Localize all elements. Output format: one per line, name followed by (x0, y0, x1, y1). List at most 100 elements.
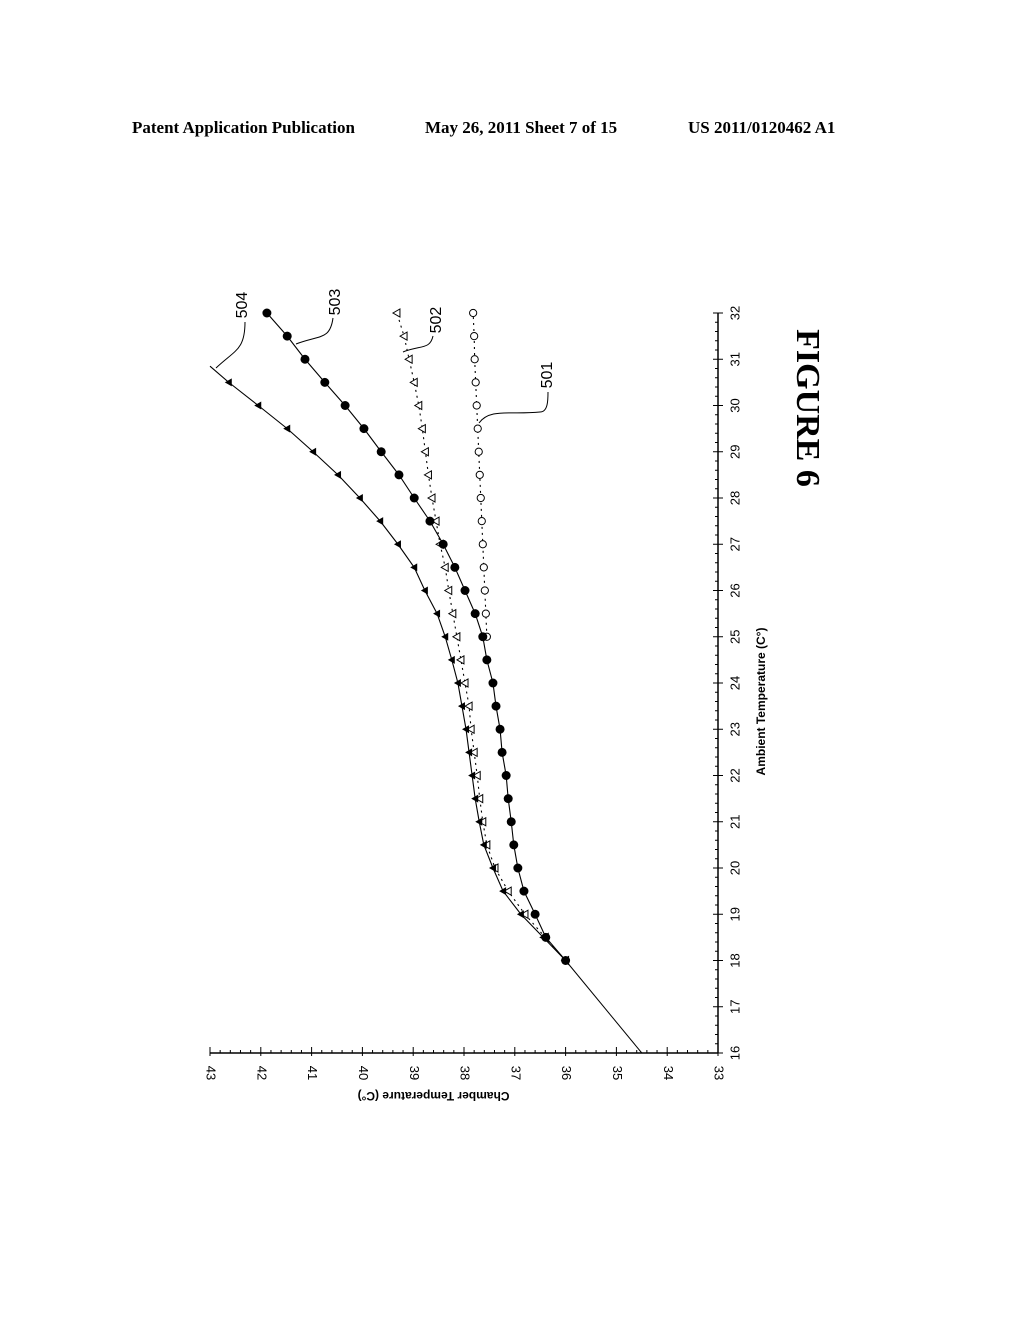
x-tick-label: 25 (727, 630, 742, 644)
y-tick-label: 41 (305, 1066, 320, 1080)
x-tick-label: 18 (727, 953, 742, 967)
series-502-point (464, 701, 473, 711)
x-tick-label: 27 (727, 537, 742, 551)
series-503-point (491, 701, 501, 711)
series-502-point (440, 562, 449, 573)
series-503-point (359, 424, 369, 434)
x-tick-label: 23 (727, 722, 742, 736)
series-503-point (425, 516, 435, 526)
series-504-point (433, 609, 441, 618)
series-501-point (472, 401, 481, 410)
y-tick-label: 42 (254, 1066, 269, 1080)
series-501-point (470, 332, 479, 341)
series-501-point (471, 378, 480, 387)
annotation-label-504: 504 (234, 292, 251, 319)
series-501-point (476, 493, 485, 503)
series-502-point (420, 446, 429, 457)
series-504-point (488, 864, 496, 872)
series-502-point (423, 470, 432, 480)
series-503-point (478, 632, 488, 642)
series-501-point (469, 308, 478, 318)
annotation-label-503: 503 (327, 289, 344, 316)
series-503-point (438, 539, 448, 549)
series-501-point (473, 424, 482, 433)
series-503-point (509, 840, 519, 850)
series-502-point (443, 585, 453, 596)
series-503-point (409, 493, 419, 503)
figure-label-text: FIGURE 6 (789, 329, 826, 487)
annotation-label-501: 501 (539, 362, 556, 389)
series-502-point (399, 331, 408, 341)
series-501-point (477, 517, 486, 526)
series-501-point (474, 447, 483, 456)
series-502-point (426, 493, 436, 503)
axes: 16 17 18 19 20 21 22 23 24 25 26 27 28 29 30 31 32 Ambien… (204, 306, 769, 1103)
series-503-point (320, 377, 330, 387)
y-tick-label: 37 (508, 1066, 523, 1080)
series-503-point (376, 447, 386, 457)
leader-line-503 (295, 317, 334, 345)
series-503-point (262, 308, 272, 318)
series-503-point (488, 678, 498, 688)
series-503-point (506, 817, 516, 827)
leader-line-504 (215, 321, 246, 369)
x-tick-label: 24 (727, 676, 742, 690)
series-503-point (460, 586, 470, 595)
x-tick-label: 16 (727, 1046, 742, 1060)
leader-line-501 (478, 391, 549, 424)
series-501-point (481, 609, 490, 618)
series-503-line (266, 312, 567, 961)
series-502-point (447, 608, 457, 619)
series-501-point (480, 586, 489, 595)
x-tick-label: 28 (727, 491, 742, 505)
series-502-point (391, 308, 401, 318)
y-tick-label: 36 (559, 1066, 574, 1080)
series-503-point (495, 724, 505, 734)
x-axis-title: Ambient Temperature (C°) (754, 628, 768, 776)
series-503-point (501, 771, 511, 780)
series-503-point (282, 331, 292, 341)
x-tick-label: 22 (727, 768, 742, 782)
y-tick-label: 35 (610, 1066, 625, 1080)
series-504-point (499, 887, 507, 896)
y-tick-label: 40 (356, 1066, 371, 1080)
series-501-point (475, 470, 484, 479)
series-504-point (516, 910, 524, 919)
series-layer (209, 308, 643, 1054)
x-tick-label: 31 (727, 352, 742, 366)
y-axis-title: Chamber Temperature (C°) (358, 1089, 510, 1103)
y-tick-label: 33 (712, 1066, 727, 1080)
x-tick-label: 19 (727, 907, 742, 921)
x-tick-label: 32 (727, 306, 742, 320)
series-504-line (209, 365, 566, 961)
series-503-point (470, 609, 480, 619)
series-501-point (479, 563, 488, 572)
series-504-point (393, 540, 401, 549)
series-503-point (513, 863, 523, 873)
y-tick-label: 34 (661, 1066, 676, 1080)
series-503-point (482, 655, 492, 665)
series-504-point (410, 563, 418, 572)
x-tick-label: 26 (727, 583, 742, 597)
series-503-point (450, 562, 460, 572)
series-503-point (503, 794, 513, 804)
x-tick-label: 20 (727, 861, 742, 875)
series-503-point (497, 747, 507, 757)
y-tick-label: 38 (458, 1066, 473, 1080)
series-501-point (470, 355, 479, 364)
series-503-point (530, 909, 540, 919)
x-tick-label: 21 (727, 815, 742, 829)
series-501-point (478, 540, 487, 549)
x-tick-label: 17 (727, 1000, 742, 1014)
y-tick-label: 39 (407, 1066, 422, 1080)
x-tick-label: 29 (727, 445, 742, 459)
x-tick-label: 30 (727, 398, 742, 412)
chart: 16 17 18 19 20 21 22 23 24 25 26 27 28 29 30 31 32 Ambien… (204, 289, 769, 1103)
y-tick-label: 43 (204, 1066, 219, 1080)
series-503-point (300, 354, 310, 364)
series-503-point (340, 401, 350, 410)
baseline-line (565, 960, 643, 1054)
annotation-label-502: 502 (428, 307, 445, 334)
figure-label: FIGURE 6 (787, 313, 827, 503)
series-503-point (394, 470, 404, 480)
